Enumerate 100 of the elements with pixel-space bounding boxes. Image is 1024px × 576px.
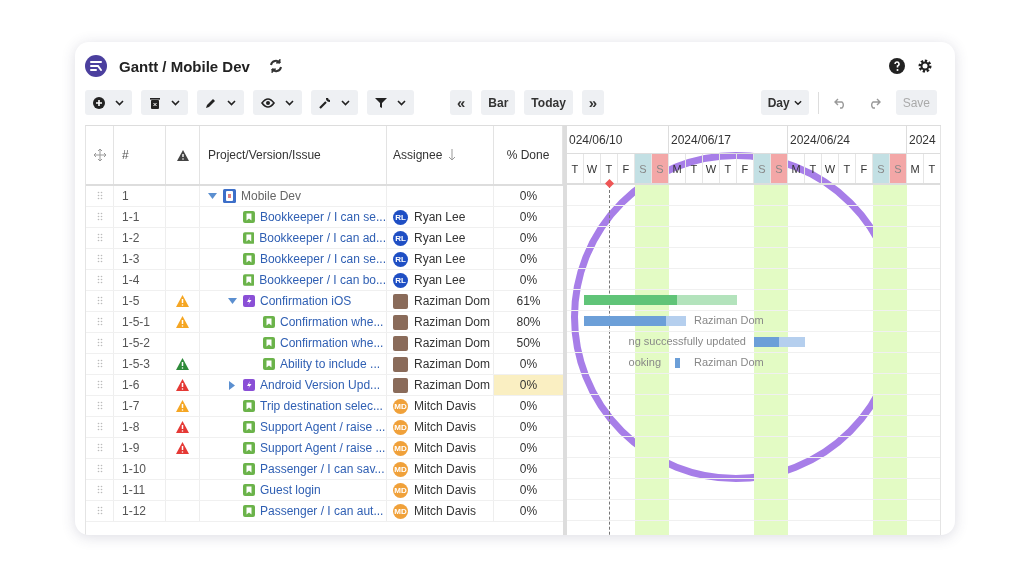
caret-icon: [397, 99, 406, 106]
drag-handle-icon[interactable]: [96, 359, 103, 369]
issue-link[interactable]: Bookkeeper / I can se...: [259, 252, 386, 266]
next-button[interactable]: »: [581, 90, 605, 115]
collapse-caret-icon[interactable]: [207, 193, 217, 199]
help-icon[interactable]: [889, 58, 905, 74]
project-name[interactable]: Mobile Dev: [241, 189, 302, 203]
page-title: Gantt / Mobile Dev: [119, 57, 250, 75]
issue-link[interactable]: Confirmation whe...: [280, 336, 384, 350]
weekday-letter: T: [690, 162, 698, 175]
avatar-initials: MD: [393, 482, 408, 498]
bar-label: ng successfully updated: [628, 335, 746, 347]
story-icon: [242, 211, 255, 223]
column-header: #: [122, 148, 129, 162]
project-icon: [223, 189, 236, 203]
drag-handle-icon[interactable]: [96, 485, 103, 495]
view-menu-button[interactable]: [253, 90, 302, 115]
issue-link[interactable]: Support Agent / raise ...: [260, 420, 386, 434]
issue-link[interactable]: Bookkeeper / I can se...: [259, 210, 386, 224]
assignee-name: Raziman Dom: [414, 315, 491, 329]
week-label: 024/06/10: [569, 132, 623, 147]
column-header: Project/Version/Issue: [208, 148, 321, 162]
percent-done-cell-text: 0%: [518, 419, 539, 436]
weekday-letter: F: [860, 162, 868, 175]
expand-caret-icon[interactable]: [229, 380, 235, 390]
issue-link[interactable]: Trip destination selec...: [260, 399, 383, 413]
story-icon: [263, 358, 275, 370]
epic-icon: [243, 379, 255, 391]
toolbar-button[interactable]: Today: [524, 90, 573, 115]
issue-link[interactable]: Support Agent / raise ...: [260, 441, 386, 455]
story-icon: [243, 484, 255, 496]
assignee-name: Ryan Lee: [414, 252, 466, 266]
task-bar[interactable]: [754, 337, 805, 347]
drag-handle-icon[interactable]: [96, 443, 103, 453]
row-number: 1-5: [122, 294, 140, 308]
issue-link[interactable]: Guest login: [260, 483, 321, 497]
drag-handle-icon[interactable]: [96, 254, 103, 264]
column-header[interactable]: Assignee: [393, 148, 443, 162]
row-number: 1-5-3: [122, 357, 150, 371]
sort-arrow-icon[interactable]: [448, 149, 457, 161]
filter-menu-button[interactable]: [367, 90, 414, 115]
issue-link[interactable]: Ability to include ...: [280, 357, 381, 371]
epic-icon: [243, 295, 255, 307]
settings-icon[interactable]: [917, 58, 933, 74]
drag-handle-icon[interactable]: [96, 191, 103, 201]
issue-link[interactable]: Passenger / I can aut...: [260, 504, 384, 518]
weekday-letter: S: [894, 162, 902, 175]
row-number: 1-8: [122, 420, 140, 434]
caret-icon: [171, 99, 180, 106]
edit-menu-button[interactable]: [197, 90, 244, 115]
pencil-icon: [205, 96, 217, 109]
row-number: 1-7: [122, 399, 140, 413]
undo-icon: [833, 96, 847, 109]
issue-link[interactable]: Android Version Upd...: [260, 378, 381, 392]
scale-dropdown[interactable]: Day: [760, 90, 809, 115]
drag-handle-icon[interactable]: [96, 464, 103, 474]
avatar-photo-placeholder: [393, 377, 408, 393]
issue-link[interactable]: Bookkeeper / I can ad...: [259, 231, 386, 245]
assignee-name: Ryan Lee: [414, 273, 466, 287]
drag-handle-icon[interactable]: [96, 506, 103, 516]
toolbar-button[interactable]: Bar: [481, 90, 516, 115]
drag-handle-icon[interactable]: [96, 212, 103, 222]
week-label: 2024/06/17: [671, 132, 732, 147]
task-bar[interactable]: [584, 316, 686, 326]
refresh-icon[interactable]: [267, 58, 284, 74]
story-icon: [263, 337, 275, 349]
tools-menu-button[interactable]: [311, 90, 358, 115]
percent-done-cell: 0%: [494, 375, 563, 395]
drag-handle-icon[interactable]: [96, 233, 103, 243]
issue-link[interactable]: Bookkeeper / I can bo...: [259, 273, 386, 287]
drag-handle-icon[interactable]: [96, 380, 103, 390]
weekday-letter: S: [656, 162, 664, 175]
issue-link[interactable]: Passenger / I can sav...: [260, 462, 385, 476]
delete-menu-button[interactable]: [141, 90, 188, 115]
assignee-name: Ryan Lee: [414, 210, 466, 224]
drag-handle-icon[interactable]: [96, 275, 103, 285]
collapse-caret-icon[interactable]: [227, 298, 237, 304]
story-icon: [243, 400, 255, 412]
drag-handle-icon[interactable]: [96, 317, 103, 327]
trash-icon: [149, 96, 161, 109]
drag-handle-icon[interactable]: [96, 401, 103, 411]
issue-link[interactable]: Confirmation whe...: [280, 315, 384, 329]
drag-handle-icon[interactable]: [96, 422, 103, 432]
weekday-letter: F: [741, 162, 749, 175]
avatar-photo-placeholder: [393, 314, 408, 330]
summary-bar[interactable]: [584, 295, 737, 305]
avatar-initials: RL: [393, 230, 408, 246]
drag-handle-icon[interactable]: [96, 296, 103, 306]
task-bar[interactable]: [675, 358, 680, 368]
add-menu-button[interactable]: [85, 90, 132, 115]
drag-handle-icon[interactable]: [96, 338, 103, 348]
assignee-name: Mitch Davis: [414, 483, 476, 497]
previous-button[interactable]: «: [450, 90, 473, 115]
caret-icon: [793, 99, 802, 106]
avatar-initials: RL: [393, 209, 408, 225]
avatar-photo-placeholder: [393, 335, 408, 351]
issue-link[interactable]: Confirmation iOS: [260, 294, 352, 308]
percent-done-cell-text: 0%: [518, 482, 539, 499]
percent-done-cell-text: 0%: [518, 398, 539, 415]
avatar-initials: MD: [393, 503, 408, 519]
